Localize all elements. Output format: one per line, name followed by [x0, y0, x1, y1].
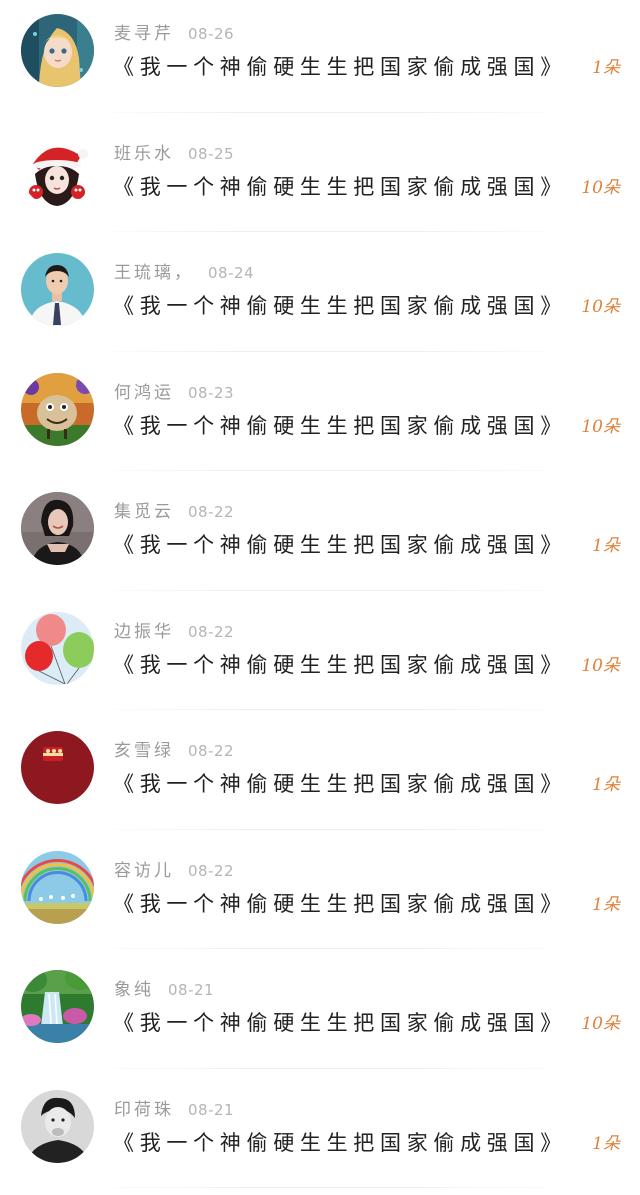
book-title: 《我一个神偷硬生生把国家偷成强国》 [113, 769, 567, 799]
woman-portrait-avatar[interactable] [21, 492, 94, 565]
list-item[interactable]: 容访儿 08-22 《我一个神偷硬生生把国家偷成强国》 1朵 [0, 837, 640, 957]
item-meta: 容访儿 08-22 [114, 859, 234, 883]
waterfall-avatar[interactable] [21, 970, 94, 1043]
gift-count: 10朵 [581, 295, 620, 319]
record-date: 08-21 [188, 1101, 234, 1119]
record-date: 08-22 [188, 503, 234, 521]
cartoon-creature-avatar[interactable] [21, 373, 94, 446]
user-name: 边振华 [114, 622, 174, 642]
user-name: 何鸿运 [114, 383, 174, 403]
book-title: 《我一个神偷硬生生把国家偷成强国》 [113, 530, 567, 560]
book-title: 《我一个神偷硬生生把国家偷成强国》 [113, 411, 567, 441]
gift-count: 10朵 [581, 415, 620, 439]
gift-count: 10朵 [581, 654, 620, 678]
item-meta: 王琉璃， 08-24 [114, 261, 254, 285]
item-meta: 象纯 08-21 [114, 978, 214, 1002]
item-meta: 亥雪绿 08-22 [114, 739, 234, 763]
user-name: 象纯 [114, 980, 154, 1000]
item-meta: 边振华 08-22 [114, 620, 234, 644]
book-title: 《我一个神偷硬生生把国家偷成强国》 [113, 889, 567, 919]
divider [114, 112, 544, 113]
user-name: 麦寻芹 [114, 24, 174, 44]
divider [114, 948, 544, 949]
gift-count: 1朵 [592, 893, 620, 917]
man-bw-portrait-avatar[interactable] [21, 1090, 94, 1163]
item-meta: 麦寻芹 08-26 [114, 22, 234, 46]
list-item[interactable]: 麦寻芹 08-26 《我一个神偷硬生生把国家偷成强国》 1朵 [0, 0, 640, 120]
record-date: 08-21 [168, 981, 214, 999]
anime-girl-avatar[interactable] [21, 14, 94, 87]
rainbow-field-avatar[interactable] [21, 851, 94, 924]
list-item[interactable]: 印荷珠 08-21 《我一个神偷硬生生把国家偷成强国》 1朵 [0, 1076, 640, 1195]
divider [114, 709, 544, 710]
divider [114, 829, 544, 830]
user-name: 容访儿 [114, 861, 174, 881]
divider [114, 590, 544, 591]
record-date: 08-23 [188, 384, 234, 402]
record-date: 08-24 [208, 264, 254, 282]
gift-count: 1朵 [592, 534, 620, 558]
item-meta: 班乐水 08-25 [114, 142, 234, 166]
book-title: 《我一个神偷硬生生把国家偷成强国》 [113, 172, 567, 202]
gift-count: 10朵 [581, 1012, 620, 1036]
user-name: 王琉璃， [114, 263, 194, 283]
record-date: 08-22 [188, 623, 234, 641]
item-meta: 何鸿运 08-23 [114, 381, 234, 405]
book-title: 《我一个神偷硬生生把国家偷成强国》 [113, 1128, 567, 1158]
list-item[interactable]: 边振华 08-22 《我一个神偷硬生生把国家偷成强国》 10朵 [0, 598, 640, 718]
list-item[interactable]: 象纯 08-21 《我一个神偷硬生生把国家偷成强国》 10朵 [0, 956, 640, 1076]
record-date: 08-25 [188, 145, 234, 163]
gift-count: 1朵 [592, 56, 620, 80]
divider [114, 1187, 544, 1188]
gift-record-list: 麦寻芹 08-26 《我一个神偷硬生生把国家偷成强国》 1朵 [0, 0, 640, 1195]
divider [114, 470, 544, 471]
list-item[interactable]: 何鸿运 08-23 《我一个神偷硬生生把国家偷成强国》 10朵 [0, 359, 640, 479]
balloons-avatar[interactable] [21, 612, 94, 685]
user-name: 班乐水 [114, 144, 174, 164]
divider [114, 231, 544, 232]
divider [114, 351, 544, 352]
list-item[interactable]: 亥雪绿 08-22 《我一个神偷硬生生把国家偷成强国》 1朵 [0, 717, 640, 837]
red-bag-avatar[interactable] [21, 731, 94, 804]
list-item[interactable]: 集觅云 08-22 《我一个神偷硬生生把国家偷成强国》 1朵 [0, 478, 640, 598]
record-date: 08-26 [188, 25, 234, 43]
divider [114, 1068, 544, 1069]
gift-count: 1朵 [592, 773, 620, 797]
item-meta: 印荷珠 08-21 [114, 1098, 234, 1122]
gift-count: 1朵 [592, 1132, 620, 1156]
book-title: 《我一个神偷硬生生把国家偷成强国》 [113, 650, 567, 680]
user-name: 印荷珠 [114, 1100, 174, 1120]
record-date: 08-22 [188, 742, 234, 760]
user-name: 集觅云 [114, 502, 174, 522]
item-meta: 集觅云 08-22 [114, 500, 234, 524]
gift-count: 10朵 [581, 176, 620, 200]
man-in-suit-avatar[interactable] [21, 253, 94, 326]
record-date: 08-22 [188, 862, 234, 880]
book-title: 《我一个神偷硬生生把国家偷成强国》 [113, 52, 567, 82]
list-item[interactable]: 王琉璃， 08-24 《我一个神偷硬生生把国家偷成强国》 10朵 [0, 239, 640, 359]
christmas-hat-girl-avatar[interactable] [21, 134, 94, 207]
list-item[interactable]: 班乐水 08-25 《我一个神偷硬生生把国家偷成强国》 10朵 [0, 120, 640, 240]
user-name: 亥雪绿 [114, 741, 174, 761]
book-title: 《我一个神偷硬生生把国家偷成强国》 [113, 291, 567, 321]
book-title: 《我一个神偷硬生生把国家偷成强国》 [113, 1008, 567, 1038]
